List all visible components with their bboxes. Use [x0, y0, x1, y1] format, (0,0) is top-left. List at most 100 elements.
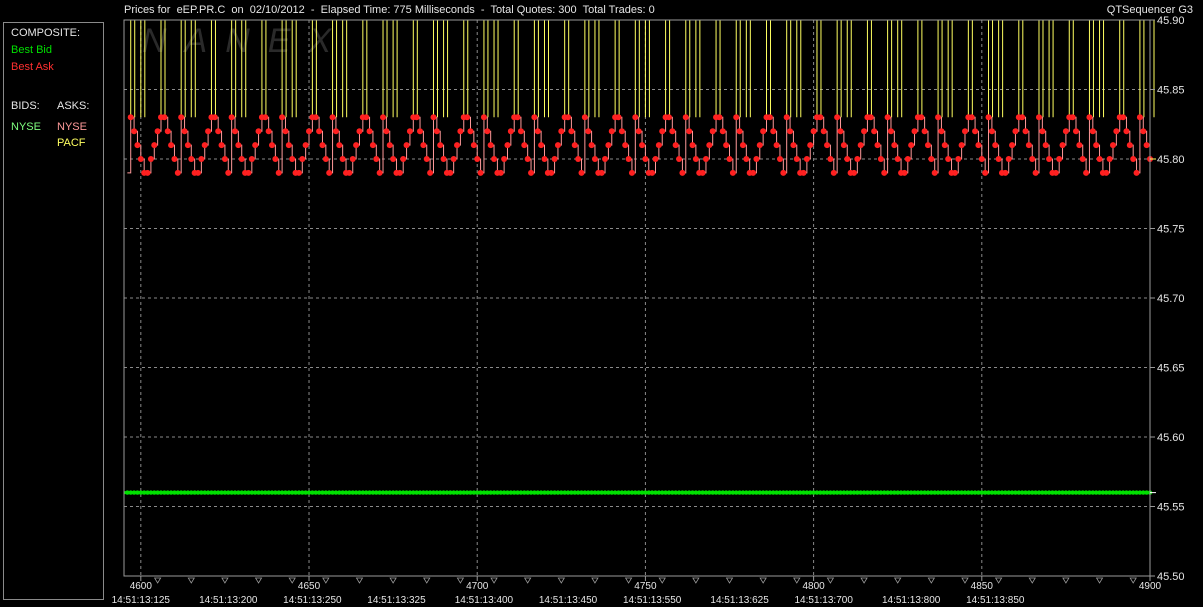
best-ask-point [568, 128, 575, 135]
best-ask-point [232, 128, 239, 135]
best-ask-point [891, 142, 898, 149]
best-ask-point [622, 142, 629, 149]
pacf-spike [584, 19, 590, 118]
x-time-label: 14:51:13:550 [623, 595, 682, 606]
best-ask-point [205, 128, 212, 135]
best-ask-point [840, 142, 847, 149]
y-tick-label: 45.60 [1157, 432, 1185, 444]
x-minor-tick [994, 577, 1003, 584]
x-minor-tick [153, 577, 162, 584]
best-ask-point [178, 114, 185, 121]
best-ask-point [430, 114, 437, 121]
best-ask-point [380, 114, 387, 121]
best-ask-point [803, 156, 810, 162]
best-ask-point [1096, 156, 1103, 162]
x-tick-label: 4750 [634, 581, 657, 592]
y-tick-label: 45.75 [1157, 224, 1185, 236]
best-ask-point [817, 114, 824, 121]
best-ask-point [928, 156, 935, 162]
best-ask-point [588, 142, 595, 149]
best-ask-point [491, 156, 498, 162]
x-minor-tick [793, 577, 801, 584]
best-ask-point [558, 128, 565, 135]
x-time-label: 14:51:13:850 [966, 595, 1025, 606]
best-ask-point [924, 142, 931, 149]
best-ask-point [773, 142, 780, 149]
pacf-spike [766, 19, 772, 118]
best-ask-point [353, 142, 360, 149]
best-ask-point [1086, 114, 1093, 121]
best-ask-point [877, 156, 884, 162]
best-ask-point [528, 169, 535, 176]
best-ask-point [423, 156, 430, 162]
best-ask-point [850, 169, 857, 176]
pacf-spike [836, 19, 842, 118]
x-minor-tick [759, 577, 767, 584]
best-ask-point [985, 114, 992, 121]
pacf-spike [533, 19, 539, 118]
best-ask-point [766, 114, 773, 121]
pacf-spike [947, 19, 953, 118]
x-minor-tick [1095, 577, 1104, 584]
best-ask-point [1039, 128, 1046, 135]
best-ask-point [534, 128, 541, 135]
best-ask-point [844, 156, 851, 162]
best-ask-point [632, 114, 639, 121]
x-minor-tick [860, 577, 868, 584]
best-ask-point [972, 128, 979, 135]
best-ask-point [1062, 128, 1069, 135]
best-ask-point [1046, 156, 1053, 162]
x-tick-label: 4700 [466, 581, 489, 592]
pacf-spike [564, 19, 570, 118]
best-ask-point [945, 156, 952, 162]
best-ask-point [211, 114, 218, 121]
best-ask-point [639, 142, 646, 149]
best-ask-point [376, 169, 383, 176]
best-ask-point [756, 142, 763, 149]
best-ask-point [356, 128, 363, 135]
best-ask-point [911, 128, 918, 135]
best-ask-point [689, 142, 696, 149]
pacf-spike [866, 19, 872, 118]
pacf-spike [735, 19, 741, 118]
pacf-spike [998, 19, 1004, 118]
best-ask-point [894, 156, 901, 162]
best-ask-point [1069, 114, 1076, 121]
pacf-spike [988, 19, 994, 118]
best-ask-point [161, 114, 168, 121]
pacf-spike [715, 19, 721, 118]
x-minor-tick [826, 577, 835, 584]
x-minor-tick [1028, 577, 1036, 584]
x-minor-tick [288, 577, 296, 584]
best-ask-point [776, 156, 783, 162]
best-ask-point [628, 169, 635, 176]
pacf-spike [644, 19, 650, 118]
best-ask-point [887, 128, 894, 135]
best-ask-point [716, 114, 723, 121]
best-ask-point [238, 156, 245, 162]
best-ask-point [931, 169, 938, 176]
best-ask-point [454, 142, 461, 149]
best-ask-point [279, 114, 286, 121]
best-ask-point [904, 156, 911, 162]
best-ask-point [783, 114, 790, 121]
best-ask-point [181, 128, 188, 135]
x-minor-tick [322, 577, 330, 584]
best-ask-point [427, 169, 434, 176]
pacf-spike [432, 19, 438, 118]
best-ask-point [793, 156, 800, 162]
best-ask-point [608, 128, 615, 135]
x-tick-label: 4600 [130, 581, 153, 592]
best-ask-point [901, 169, 908, 176]
pacf-spike [130, 19, 136, 118]
x-minor-tick [624, 577, 633, 584]
best-ask-point [541, 156, 548, 162]
x-minor-tick [254, 577, 263, 584]
pacf-spike [483, 19, 489, 118]
best-ask-point [1022, 128, 1029, 135]
best-ask-point [1093, 142, 1100, 149]
pacf-spike [634, 19, 640, 118]
best-ask-point [174, 169, 181, 176]
best-ask-point [228, 114, 235, 121]
x-time-label: 14:51:13:450 [539, 595, 598, 606]
